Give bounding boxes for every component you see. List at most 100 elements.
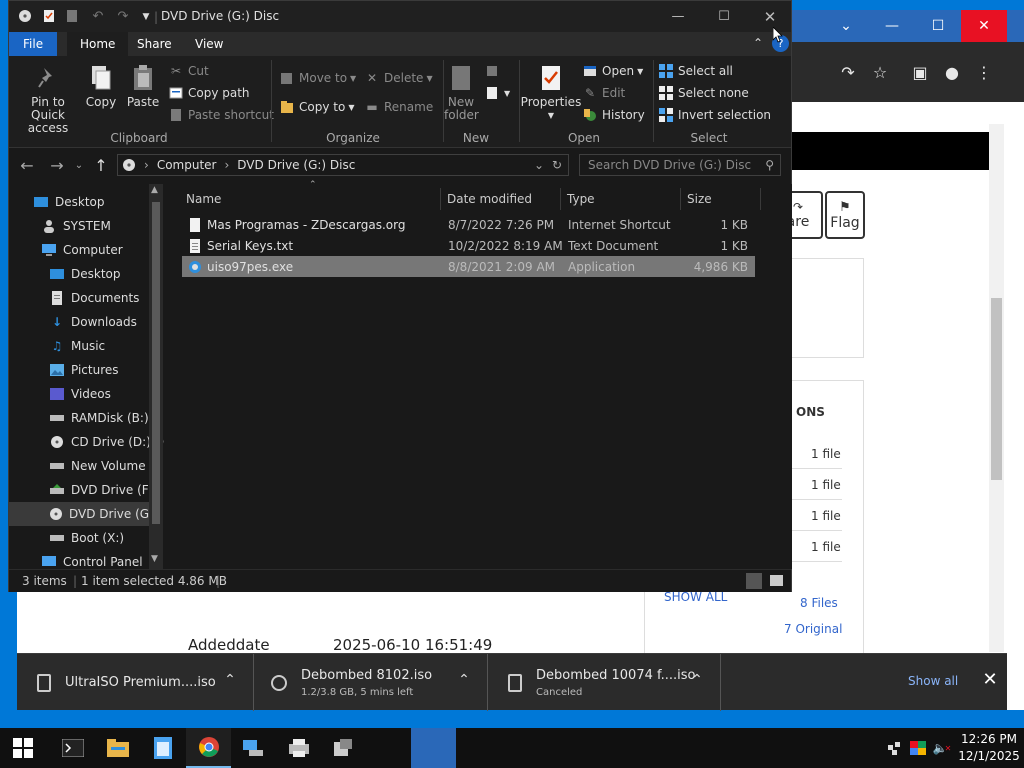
redo-icon[interactable]: ↷	[115, 9, 131, 25]
taskbar-explorer[interactable]	[95, 728, 140, 768]
paste-shortcut-button[interactable]: Paste shortcut	[169, 106, 274, 124]
copy-button[interactable]: Copy	[86, 64, 116, 109]
column-header-name[interactable]: Name	[180, 188, 441, 210]
network-icon[interactable]	[886, 740, 902, 756]
open-button[interactable]: Open ▼	[583, 62, 643, 80]
edit-button[interactable]: ✎ Edit	[583, 84, 625, 102]
browser-menu-icon[interactable]: ⋮	[972, 60, 996, 84]
forward-arrow-icon[interactable]: →	[47, 156, 67, 176]
taskbar-chrome[interactable]	[186, 728, 231, 768]
downloads-show-all-button[interactable]: Show all	[908, 674, 958, 688]
column-header-date[interactable]: Date modified	[441, 188, 561, 210]
close-button[interactable]: ✕	[747, 1, 793, 32]
cut-button[interactable]: ✂ Cut	[169, 62, 209, 80]
taskbar-network-app[interactable]	[230, 728, 275, 768]
share-page-icon[interactable]: ↷	[836, 60, 860, 84]
column-header-size[interactable]: Size	[681, 188, 761, 210]
large-icons-view-icon[interactable]	[770, 575, 783, 586]
nav-item-control-panel[interactable]: Control Panel	[41, 550, 143, 569]
undo-icon[interactable]: ↶	[90, 9, 106, 25]
details-view-icon[interactable]	[746, 573, 762, 589]
nav-item-desktop[interactable]: Desktop	[33, 190, 105, 214]
tab-home[interactable]: Home	[67, 32, 129, 56]
address-bar[interactable]: › Computer › DVD Drive (G:) Disc ⌄ ↻	[117, 154, 569, 176]
tab-view[interactable]: View	[182, 32, 236, 56]
chevron-up-icon[interactable]: ⌃	[220, 672, 240, 692]
select-none-button[interactable]: Select none	[659, 84, 749, 102]
new-folder-button[interactable]: New folder	[444, 64, 479, 122]
nav-item-system[interactable]: SYSTEM	[41, 214, 111, 238]
breadcrumb-computer[interactable]: Computer	[157, 158, 217, 172]
file-row-selected[interactable]: uiso97pes.exe 8/8/2021 2:09 AM Applicati…	[182, 256, 755, 277]
web-files-link[interactable]: 8 Files	[800, 596, 838, 610]
file-row[interactable]: Mas Programas - ZDescargas.org 8/7/2022 …	[182, 214, 755, 235]
taskbar-cmd[interactable]	[50, 728, 95, 768]
browser-close-button[interactable]: ✕	[961, 10, 1007, 42]
tab-file[interactable]: File	[9, 32, 58, 56]
properties-quick-icon[interactable]	[41, 9, 57, 25]
properties-button[interactable]: Properties ▼	[521, 64, 581, 122]
bookmark-star-icon[interactable]: ☆	[868, 60, 892, 84]
taskbar-printer[interactable]	[276, 728, 321, 768]
nav-item-downloads[interactable]: ↓ Downloads	[49, 310, 137, 334]
chevron-up-icon[interactable]: ⌃	[454, 672, 474, 692]
scroll-down-icon[interactable]: ▼	[151, 554, 158, 564]
download-item[interactable]: UltraISO Premium....iso ⌃	[17, 654, 254, 711]
recent-locations-icon[interactable]: ⌄	[69, 156, 89, 176]
delete-button[interactable]: ✕ Delete ▼	[365, 69, 433, 87]
nav-item-dvd-drive-g[interactable]: DVD Drive (G:)	[9, 502, 158, 526]
nav-item-boot[interactable]: Boot (X:)	[49, 526, 124, 550]
up-arrow-icon[interactable]: ↑	[91, 156, 111, 176]
refresh-icon[interactable]: ↻	[552, 158, 562, 172]
nav-item-documents[interactable]: Documents	[49, 286, 139, 310]
nav-item-pictures[interactable]: Pictures	[49, 358, 119, 382]
taskbar-notepad[interactable]	[140, 728, 185, 768]
profile-icon[interactable]: ●	[940, 60, 964, 84]
nav-item-computer[interactable]: Computer	[41, 238, 123, 262]
search-input[interactable]: Search DVD Drive (G:) Disc ⚲	[579, 154, 781, 176]
breadcrumb-dvd-drive[interactable]: DVD Drive (G:) Disc	[237, 158, 355, 172]
pin-to-quick-access-button[interactable]: Pin to Quick access	[16, 64, 80, 135]
display-color-icon[interactable]	[910, 740, 926, 756]
navigation-scrollbar[interactable]: ▲ ▼	[149, 184, 163, 569]
volume-muted-icon[interactable]: 🔈 ✕	[933, 740, 952, 756]
scroll-up-icon[interactable]: ▲	[151, 185, 158, 195]
select-all-button[interactable]: Select all	[659, 62, 733, 80]
nav-item-videos[interactable]: Videos	[49, 382, 111, 406]
nav-item-desktop-folder[interactable]: Desktop	[49, 262, 121, 286]
move-to-button[interactable]: Move to ▼	[280, 69, 356, 87]
taskbar-clock[interactable]: 12:26 PM 12/1/2025	[958, 731, 1020, 765]
copy-path-button[interactable]: Copy path	[169, 84, 250, 102]
chevron-up-icon[interactable]: ⌃	[687, 672, 707, 692]
rename-button[interactable]: ▬ Rename	[365, 98, 433, 116]
nav-item-ramdisk[interactable]: RAMDisk (B:)	[49, 406, 149, 430]
browser-minimize-button[interactable]: —	[869, 10, 915, 42]
address-dropdown-icon[interactable]: ⌄	[534, 158, 544, 172]
customize-toolbar-icon[interactable]: ▼	[138, 9, 154, 25]
file-row[interactable]: Serial Keys.txt 10/2/2022 8:19 AM Text D…	[182, 235, 755, 256]
download-item[interactable]: Debombed 10074 f....iso Canceled ⌃	[488, 654, 721, 711]
web-show-all-link[interactable]: SHOW ALL	[664, 590, 727, 604]
tab-share[interactable]: Share	[124, 32, 185, 56]
browser-maximize-button[interactable]: ☐	[915, 10, 961, 42]
new-item-button[interactable]	[485, 62, 504, 80]
nav-item-music[interactable]: ♫ Music	[49, 334, 106, 358]
taskbar-active-window[interactable]	[411, 728, 456, 768]
nav-item-cd-drive-d[interactable]: CD Drive (D:) D	[49, 430, 164, 454]
history-button[interactable]: History	[583, 106, 645, 124]
web-page-scrollbar[interactable]	[989, 124, 1004, 652]
easy-access-button[interactable]: ▼	[485, 84, 510, 102]
invert-selection-button[interactable]: Invert selection	[659, 106, 771, 124]
search-icon[interactable]: ⚲	[765, 155, 774, 175]
nav-item-new-volume[interactable]: New Volume (E	[49, 454, 162, 478]
side-panel-icon[interactable]: ▣	[908, 60, 932, 84]
maximize-button[interactable]: ☐	[701, 1, 747, 32]
copy-to-button[interactable]: Copy to ▼	[280, 98, 354, 116]
tab-search-icon[interactable]: ⌄	[823, 10, 869, 42]
back-arrow-icon[interactable]: ←	[17, 156, 37, 176]
nav-item-dvd-drive-f[interactable]: DVD Drive (F:) .	[49, 478, 164, 502]
collapse-ribbon-icon[interactable]: ⌃	[753, 36, 763, 50]
web-flag-button[interactable]: ⚑ Flag	[825, 191, 865, 239]
web-original-link[interactable]: 7 Original	[784, 622, 842, 636]
download-item[interactable]: Debombed 8102.iso 1.2/3.8 GB, 5 mins lef…	[254, 654, 488, 711]
